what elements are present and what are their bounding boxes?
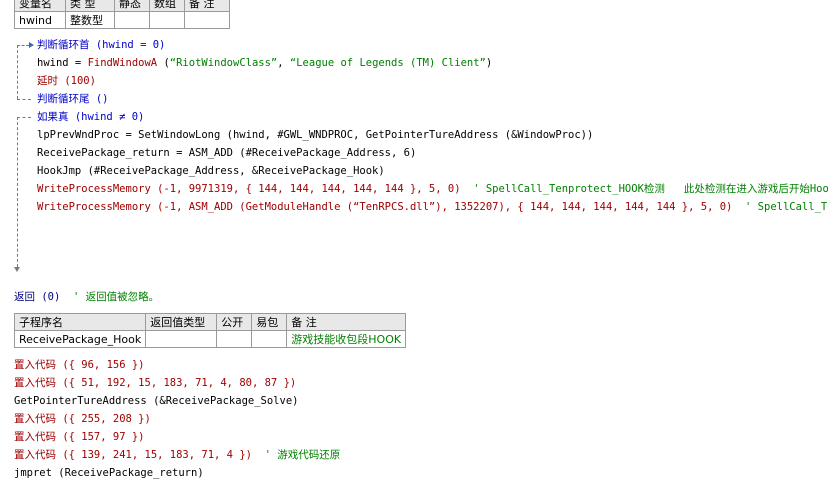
- var-static-cell[interactable]: [114, 11, 150, 29]
- col-return-type: 返回值类型: [145, 313, 218, 331]
- delay-line[interactable]: 延时 (100): [37, 74, 96, 88]
- asm-line-3[interactable]: 置入代码 ({ 255, 208 }): [14, 412, 151, 426]
- write-memory-2-code: WriteProcessMemory (-1, ASM_ADD (GetModu…: [37, 201, 733, 213]
- asm-line-5[interactable]: 置入代码 ({ 139, 241, 15, 183, 71, 4 }) ' 游戏…: [14, 448, 340, 462]
- var-note-cell[interactable]: [184, 11, 230, 29]
- set-window-long-line[interactable]: lpPrevWndProc = SetWindowLong (hwind, #G…: [37, 128, 593, 142]
- write-memory-2-comment: ' SpellCall_Tenpro: [745, 201, 828, 213]
- loop-guide-line: [17, 45, 18, 99]
- write-memory-line-2[interactable]: WriteProcessMemory (-1, ASM_ADD (GetModu…: [37, 200, 828, 214]
- col-type: 类 型: [65, 0, 115, 12]
- hookjmp-line[interactable]: HookJmp (#ReceivePackage_Address, &Recei…: [37, 164, 385, 178]
- find-window-line[interactable]: hwind = FindWindowA (“RiotWindowClass”, …: [37, 56, 492, 70]
- write-memory-1-code: WriteProcessMemory (-1, 9971319, { 144, …: [37, 183, 461, 195]
- asm-line-5-code: 置入代码 ({ 139, 241, 15, 183, 71, 4 }): [14, 449, 252, 461]
- loop-start-line[interactable]: 判断循环首 (hwind = 0): [37, 38, 165, 52]
- subroutine-table-header: 子程序名 返回值类型 公开 易包 备 注: [13, 313, 407, 331]
- var-name-cell[interactable]: hwind: [14, 11, 66, 29]
- col-static: 静态: [114, 0, 150, 12]
- return-comment: ' 返回值被忽略。: [72, 291, 160, 303]
- col-array: 数组: [149, 0, 185, 12]
- col-sub-name: 子程序名: [13, 313, 147, 331]
- asm-line-5-comment: ' 游戏代码还原: [264, 449, 341, 461]
- subroutine-table: 子程序名 返回值类型 公开 易包 备 注 ReceivePackage_Hook…: [13, 313, 407, 348]
- col-easy-pack: 易包: [251, 313, 288, 331]
- asm-line-2[interactable]: 置入代码 ({ 51, 192, 15, 183, 71, 4, 80, 87 …: [14, 376, 296, 390]
- asm-line-1[interactable]: 置入代码 ({ 96, 156 }): [14, 358, 145, 372]
- loop-end-line[interactable]: 判断循环尾 (): [37, 92, 108, 106]
- loop-guide-top: [17, 45, 29, 46]
- write-memory-line-1[interactable]: WriteProcessMemory (-1, 9971319, { 144, …: [37, 182, 828, 196]
- if-guide-top: [17, 117, 31, 118]
- write-memory-1-comment: ' SpellCall_Tenprotect_HOOK检测 此处检测在进入游戏后…: [473, 183, 828, 195]
- if-true-line[interactable]: 如果真 (hwind ≠ 0): [37, 110, 144, 124]
- pointer-address-line[interactable]: GetPointerTureAddress (&ReceivePackage_S…: [14, 394, 298, 408]
- col-note: 备 注: [184, 0, 230, 12]
- asm-line-4[interactable]: 置入代码 ({ 157, 97 }): [14, 430, 145, 444]
- sub-name-cell[interactable]: ReceivePackage_Hook: [13, 330, 147, 348]
- col-sub-note: 备 注: [286, 313, 407, 331]
- sub-return-type-cell[interactable]: [145, 330, 218, 348]
- var-array-cell[interactable]: [149, 11, 185, 29]
- col-var-name: 变量名: [14, 0, 66, 12]
- col-public: 公开: [216, 313, 253, 331]
- table-row: ReceivePackage_Hook 游戏技能收包段HOOK: [13, 330, 407, 348]
- var-type-cell[interactable]: 整数型: [65, 11, 115, 29]
- variable-table: 变量名 类 型 静态 数组 备 注 hwind 整数型: [14, 0, 230, 29]
- if-end-arrow-icon: [14, 267, 20, 272]
- if-guide-line: [17, 117, 18, 267]
- sub-easy-pack-cell[interactable]: [251, 330, 288, 348]
- variable-table-header: 变量名 类 型 静态 数组 备 注: [14, 0, 230, 12]
- loop-arrow-icon: [29, 42, 34, 48]
- jmpret-line[interactable]: jmpret (ReceivePackage_return): [14, 466, 204, 480]
- table-row: hwind 整数型: [14, 11, 230, 29]
- return-code: 返回 (0): [14, 291, 61, 303]
- return-line[interactable]: 返回 (0) ' 返回值被忽略。: [14, 290, 159, 304]
- receive-return-line[interactable]: ReceivePackage_return = ASM_ADD (#Receiv…: [37, 146, 416, 160]
- sub-public-cell[interactable]: [216, 330, 253, 348]
- sub-note-cell[interactable]: 游戏技能收包段HOOK: [286, 330, 407, 348]
- loop-guide-bottom: [17, 99, 31, 100]
